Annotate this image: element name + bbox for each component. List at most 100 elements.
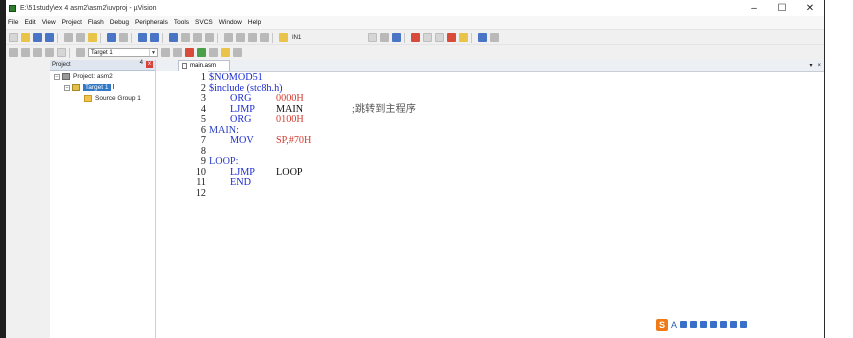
microphone-icon[interactable] [690,321,698,328]
editor-tab-main[interactable]: main.asm [178,60,230,71]
copy-icon[interactable] [76,33,85,42]
collapse-icon[interactable]: – [54,73,60,80]
skin-icon[interactable] [710,321,718,328]
nav-forward-icon[interactable] [150,33,159,42]
new-file-icon[interactable] [9,33,18,42]
menu-debug[interactable]: Debug [110,19,129,26]
line-number: 6 [200,124,206,136]
manage-project-icon[interactable] [221,48,230,57]
code-token: END [230,177,251,188]
rte-icon[interactable] [209,48,218,57]
breakpoint-icon[interactable] [423,33,433,42]
dropdown-icon[interactable] [368,33,378,42]
config-icon[interactable] [459,33,469,42]
save-all-icon[interactable] [45,33,54,42]
window-layout-icon[interactable] [478,33,488,42]
select-software-packs-icon[interactable] [197,48,206,57]
close-icon[interactable]: x [146,61,153,68]
target-select[interactable]: Target 1 ▼ [88,48,158,57]
next-bookmark-icon[interactable] [193,33,202,42]
punctuation-icon[interactable] [680,321,688,328]
tab-list-icon[interactable]: ▾ [809,62,812,69]
uncomment-icon[interactable] [260,33,269,42]
tools-icon[interactable] [490,33,500,42]
editor-tab-label: main.asm [190,63,217,69]
settings-icon[interactable] [740,321,748,328]
debug-session-icon[interactable] [411,33,421,42]
close-button[interactable]: ✕ [796,0,824,16]
pack-installer-icon[interactable] [185,48,194,57]
close-tab-icon[interactable]: × [817,63,821,69]
title-bar: E:\51study\ex 4 asm2\asm2\uvproj - µVisi… [6,0,824,16]
prev-bookmark-icon[interactable] [181,33,190,42]
menu-peripherals[interactable]: Peripherals [135,19,168,26]
tab-controls: ▾ × [804,60,821,71]
insert-icon[interactable] [380,33,390,42]
menu-view[interactable]: View [42,19,56,26]
redo-icon[interactable] [119,33,128,42]
unindent-icon[interactable] [236,33,245,42]
toolbar-separator [57,32,58,43]
find-in-files-icon[interactable] [279,33,288,42]
chat-icon[interactable] [720,321,728,328]
editor-tab-bar: main.asm ▾ × [156,60,824,72]
maximize-button[interactable]: ☐ [768,0,796,16]
menu-help[interactable]: Help [248,19,261,26]
clear-bookmarks-icon[interactable] [205,33,214,42]
menu-window[interactable]: Window [219,19,242,26]
keyboard-icon[interactable] [700,321,708,328]
tree-item-project[interactable]: – Project: asm2 [50,71,155,82]
manage-components-icon[interactable] [173,48,182,57]
ime-mode-label[interactable]: A [671,320,677,330]
menu-edit[interactable]: Edit [24,19,35,26]
line-number: 8 [200,145,206,157]
undo-icon[interactable] [107,33,116,42]
menu-flash[interactable]: Flash [88,19,104,26]
stop-build-icon[interactable] [57,48,66,57]
uvision-window: E:\51study\ex 4 asm2\asm2\uvproj - µVisi… [6,0,825,338]
bookmark-icon[interactable] [169,33,178,42]
target-combo-label[interactable]: IN1 [292,35,301,41]
menu-tools[interactable]: Tools [174,19,189,26]
rebuild-icon[interactable] [33,48,42,57]
menu-svcs[interactable]: SVCS [195,19,213,26]
minimize-button[interactable]: – [740,0,768,16]
text-cursor-icon: I [112,84,115,91]
code-token: SP,#70H [276,135,312,146]
comment-icon[interactable] [248,33,257,42]
app-logo-icon [9,4,16,12]
tree-item-group[interactable]: Source Group 1 [50,93,155,104]
menu-file[interactable]: File [8,19,18,26]
disable-breakpoint-icon[interactable] [435,33,445,42]
cut-icon[interactable] [64,33,73,42]
menu-project[interactable]: Project [62,19,82,26]
tree-item-label-selected[interactable]: Target 1 [83,84,111,91]
batch-build-icon[interactable] [45,48,54,57]
target-options-icon[interactable] [161,48,170,57]
menu-bar: File Edit View Project Flash Debug Perip… [6,16,824,29]
tree-item-target[interactable]: – Target 1 I [50,82,155,93]
pin-icon[interactable]: 4 [140,60,143,66]
document-icon [182,63,187,69]
line-number: 7 [200,135,206,146]
paste-icon[interactable] [88,33,97,42]
build-icon[interactable] [21,48,30,57]
nav-back-icon[interactable] [138,33,147,42]
kill-breakpoints-icon[interactable] [447,33,457,42]
find-icon[interactable] [392,33,402,42]
grid-icon[interactable] [730,321,738,328]
download-icon[interactable] [76,48,85,57]
target-icon [72,84,80,91]
toolbar-separator [217,32,218,43]
indent-icon[interactable] [224,33,233,42]
open-file-icon[interactable] [21,33,30,42]
project-pane-title: Project [52,62,71,68]
line-number: 1 [200,72,206,83]
multi-project-icon[interactable] [233,48,242,57]
translate-icon[interactable] [9,48,18,57]
ime-logo-icon[interactable]: S [656,318,668,331]
save-icon[interactable] [33,33,42,42]
collapse-icon[interactable]: – [64,84,70,91]
code-token: LOOP: [209,156,239,167]
target-select-value: Target 1 [91,49,113,56]
